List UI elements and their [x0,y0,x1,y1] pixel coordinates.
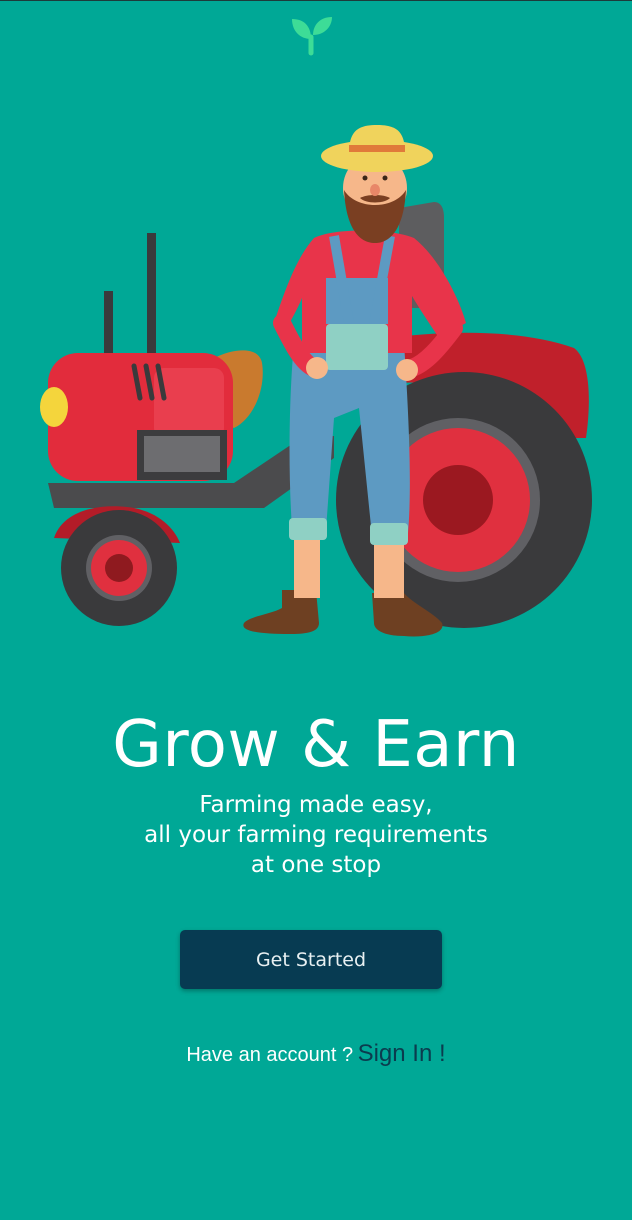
tagline: Farming made easy, all your farming requ… [0,790,632,880]
sprout-icon [292,17,332,56]
farmer-tractor-illustration [40,125,592,637]
tagline-line: Farming made easy, [199,792,433,818]
sign-in-prompt: Have an account ? Sign In ! [0,1040,632,1068]
sign-in-link[interactable]: Sign In [358,1040,433,1067]
headlight [40,387,68,427]
exhaust-pipe [147,233,156,358]
tagline-line: all your farming requirements [144,822,488,848]
exhaust-pipe-short [104,291,113,361]
page-title: Grow & Earn [112,708,520,782]
account-prompt-text: Have an account ? [186,1044,354,1066]
get-started-button[interactable]: Get Started [180,930,442,989]
tagline-line: at one stop [250,852,382,878]
status-divider [0,0,632,1]
sign-in-suffix: ! [432,1040,446,1067]
